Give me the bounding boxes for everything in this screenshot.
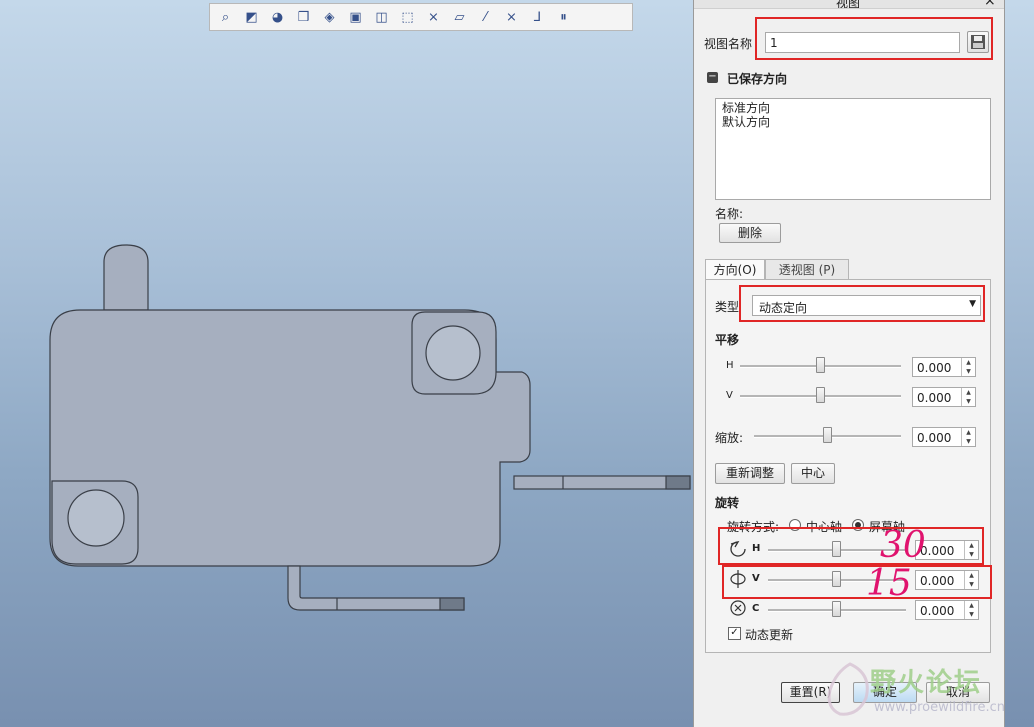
terminal-right [513, 475, 691, 490]
spin-down-icon[interactable]: ▼ [961, 437, 975, 446]
dialog-titlebar: 视图 × [694, 0, 1004, 9]
pan-h-label: H [726, 360, 734, 371]
display-style-icon[interactable]: ❒ [294, 8, 313, 27]
saved-view-icon[interactable]: ▣ [346, 8, 365, 27]
model-viewport[interactable] [0, 0, 693, 727]
spin-up-icon[interactable]: ▲ [961, 358, 975, 367]
type-label: 类型 [715, 300, 740, 314]
rot-c-value: 0.000 [920, 604, 955, 618]
shading-icon[interactable]: ◕ [268, 8, 287, 27]
tab-perspective-label: 透视图 (P) [778, 263, 836, 277]
dynamic-update-label: 动态更新 [745, 628, 794, 642]
pause-icon[interactable]: ⏸ [554, 8, 573, 27]
spin-down-icon[interactable]: ▼ [964, 610, 978, 619]
tab-orientation[interactable]: 方向(O) [705, 259, 765, 281]
dialog-title: 视图 [836, 0, 861, 9]
highlight-view-name [755, 17, 993, 60]
delete-button[interactable]: 删除 [719, 223, 781, 243]
view-toolbar: ⌕ ◩ ◕ ❒ ◈ ▣ ◫ ⬚ ⨯ ▱ ⁄ ⨯ ⅃ ⏸ [209, 3, 633, 31]
terminal-bottom [287, 565, 465, 611]
pan-v-value: 0.000 [917, 391, 952, 405]
pan-title: 平移 [715, 333, 740, 347]
zoom-icon[interactable]: ⌕ [216, 8, 235, 27]
axis-display-icon[interactable]: ⨯ [424, 8, 443, 27]
pan-v-spinner[interactable]: 0.000 ▲ ▼ [912, 387, 976, 407]
switch-plunger [103, 244, 149, 311]
refit-icon[interactable]: ◩ [242, 8, 261, 27]
watermark: 野火论坛 www.proewildfire.cn [822, 660, 1032, 724]
list-item[interactable]: 标准方向 [722, 101, 990, 115]
spin-down-icon[interactable]: ▼ [961, 397, 975, 406]
spin-down-icon[interactable]: ▼ [961, 367, 975, 376]
rotate-title: 旋转 [715, 496, 740, 510]
handwritten-note-h: 30 [880, 525, 926, 566]
name-label: 名称: [715, 207, 744, 221]
collapse-icon[interactable]: − [707, 72, 718, 83]
zoom-value: 0.000 [917, 431, 952, 445]
pan-h-slider-thumb[interactable] [816, 357, 825, 373]
micro-switch-model [49, 244, 691, 611]
rot-c-label: C [752, 603, 760, 614]
pan-h-spinner[interactable]: 0.000 ▲ ▼ [912, 357, 976, 377]
mount-hole-left [67, 489, 125, 547]
pan-v-slider-thumb[interactable] [816, 387, 825, 403]
readjust-button[interactable]: 重新调整 [715, 463, 785, 484]
spin-up-icon[interactable]: ▲ [961, 428, 975, 437]
rotate-c-icon [730, 600, 746, 616]
saved-orientations-list[interactable]: 标准方向 默认方向 [715, 98, 991, 200]
highlight-type-select [739, 285, 985, 322]
tab-perspective[interactable]: 透视图 (P) [765, 259, 849, 280]
watermark-url: www.proewildfire.cn [874, 700, 1005, 715]
terminal-bottom-tip [439, 597, 465, 611]
watermark-title: 野火论坛 [870, 668, 983, 698]
pan-h-value: 0.000 [917, 361, 952, 375]
pan-v-label: V [726, 390, 733, 401]
spin-up-icon[interactable]: ▲ [961, 388, 975, 397]
highlight-rotate-h [718, 527, 984, 565]
highlight-rotate-v [722, 565, 992, 599]
spin-center-icon[interactable]: ⅃ [528, 8, 547, 27]
annotation-icon[interactable]: ⨯ [502, 8, 521, 27]
view-name-label: 视图名称 [704, 37, 753, 51]
center-button[interactable]: 中心 [791, 463, 835, 484]
dynamic-update-checkbox[interactable]: ✓ [728, 627, 741, 640]
zoom-slider-thumb[interactable] [823, 427, 832, 443]
point-display-icon[interactable]: ▱ [450, 8, 469, 27]
spin-up-icon[interactable]: ▲ [964, 601, 978, 610]
zoom-spinner[interactable]: 0.000 ▲ ▼ [912, 427, 976, 447]
zoom-label: 缩放: [715, 431, 744, 445]
close-icon[interactable]: × [984, 0, 996, 8]
handwritten-note-v: 15 [866, 563, 912, 604]
csys-display-icon[interactable]: ⁄ [476, 8, 495, 27]
list-item[interactable]: 默认方向 [722, 115, 990, 129]
terminal-right-tip [665, 475, 691, 490]
rotate-c-slider-thumb[interactable] [832, 601, 841, 617]
named-view-icon[interactable]: ◈ [320, 8, 339, 27]
mount-hole-right [425, 325, 481, 381]
view-manager-icon[interactable]: ◫ [372, 8, 391, 27]
rotate-c-spinner[interactable]: 0.000 ▲ ▼ [915, 600, 979, 620]
plane-display-icon[interactable]: ⬚ [398, 8, 417, 27]
saved-orientations-title: 已保存方向 [727, 72, 788, 86]
tab-orientation-label: 方向(O) [713, 263, 757, 277]
view-dialog: 视图 × 视图名称 1 − 已保存方向 标准方向 默认方向 名称: 删除 方向(… [693, 0, 1005, 727]
